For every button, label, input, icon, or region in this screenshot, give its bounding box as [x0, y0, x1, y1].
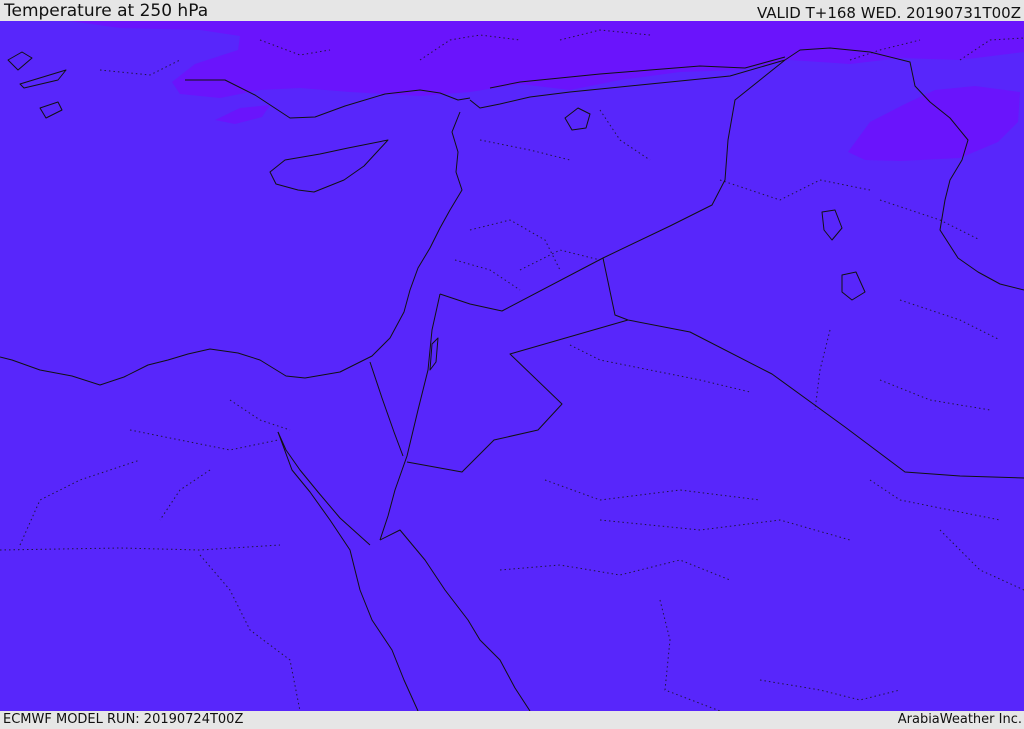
model-run-label: ECMWF MODEL RUN: 20190724T00Z	[3, 712, 244, 727]
valid-time-label: VALID T+168 WED. 20190731T00Z	[756, 4, 1021, 22]
temperature-map	[0, 21, 1024, 711]
header-bar: Temperature at 250 hPa VALID T+168 WED. …	[0, 0, 1024, 21]
footer-bar: ECMWF MODEL RUN: 20190724T00Z ArabiaWeat…	[0, 711, 1024, 729]
map-title: Temperature at 250 hPa	[4, 1, 209, 21]
credit-label: ArabiaWeather Inc.	[897, 712, 1022, 727]
